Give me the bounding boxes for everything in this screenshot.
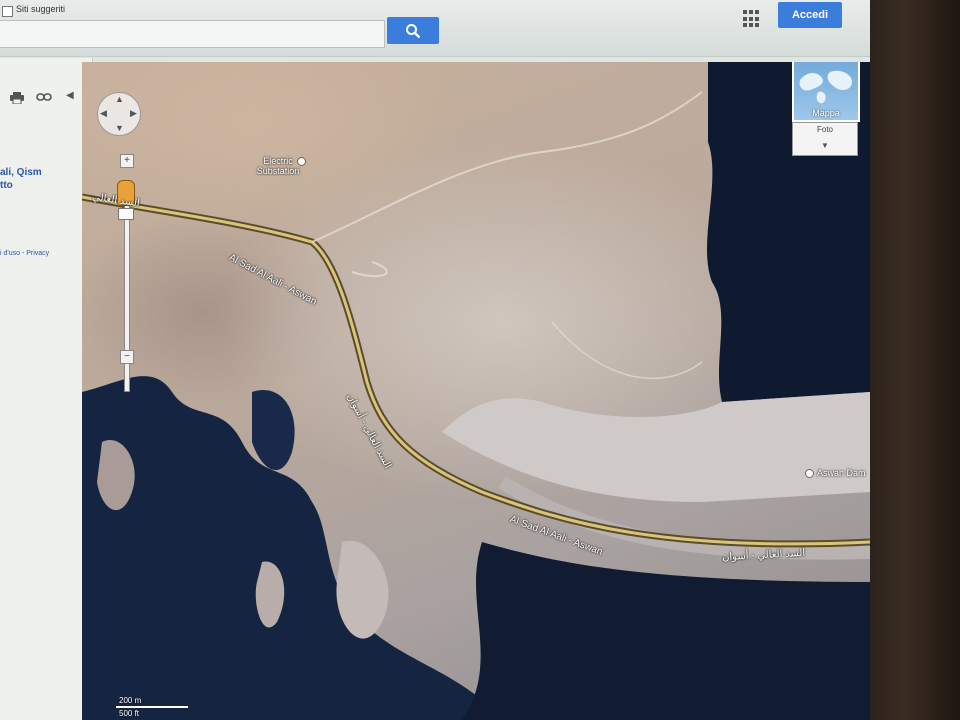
dam-label[interactable]: Aswan Dam <box>817 468 866 478</box>
apps-grid-icon[interactable] <box>743 10 761 28</box>
search-input[interactable] <box>0 20 385 48</box>
zoom-out-button[interactable]: − <box>120 350 134 364</box>
monitor-bezel <box>868 0 960 720</box>
zoom-slider-thumb[interactable] <box>118 208 134 220</box>
dam-marker[interactable] <box>805 469 814 478</box>
photo-label: Foto <box>816 125 833 134</box>
search-icon <box>406 24 421 39</box>
browser-screen: Siti suggeriti Accedi ◀ ali, Qism tto i … <box>0 0 870 720</box>
pan-control-icon[interactable]: ▲ ▼ ◀ ▶ <box>97 92 141 136</box>
suggested-sites-checkbox[interactable] <box>2 6 13 17</box>
place-title-line2: tto <box>0 180 13 191</box>
map-scale: 200 m 500 ft <box>116 694 192 718</box>
zoom-in-button[interactable]: + <box>120 154 134 168</box>
terms-privacy-link[interactable]: i d'uso - Privacy <box>0 250 90 257</box>
chevron-down-icon: ▼ <box>821 141 829 150</box>
login-button[interactable]: Accedi <box>778 2 842 28</box>
map-type-button[interactable]: Mappa <box>792 62 860 122</box>
globe-icon <box>799 70 852 104</box>
chevron-left-icon[interactable]: ◀ <box>66 90 74 101</box>
top-bar: Siti suggeriti Accedi <box>0 0 870 57</box>
place-title-line1: ali, Qism <box>0 167 42 178</box>
print-icon[interactable] <box>10 92 24 104</box>
satellite-map[interactable]: ▲ ▼ ◀ ▶ + − Electric Substation Al Sad A… <box>82 62 870 720</box>
substation-label[interactable]: Electric Substation <box>248 156 308 176</box>
link-icon[interactable] <box>36 92 52 102</box>
map-type-label: Mappa <box>812 108 840 118</box>
left-panel: ◀ ali, Qism tto i d'uso - Privacy <box>0 58 93 720</box>
place-title[interactable]: ali, Qism tto <box>0 166 90 192</box>
search-button[interactable] <box>387 17 439 44</box>
scale-metric: 200 m <box>119 696 142 705</box>
map-imagery <box>82 62 870 720</box>
scale-bar <box>116 706 188 708</box>
photo-button[interactable]: Foto ▼ <box>792 122 858 156</box>
scale-imperial: 500 ft <box>119 709 140 718</box>
suggested-sites-label: Siti suggeriti <box>16 4 66 14</box>
